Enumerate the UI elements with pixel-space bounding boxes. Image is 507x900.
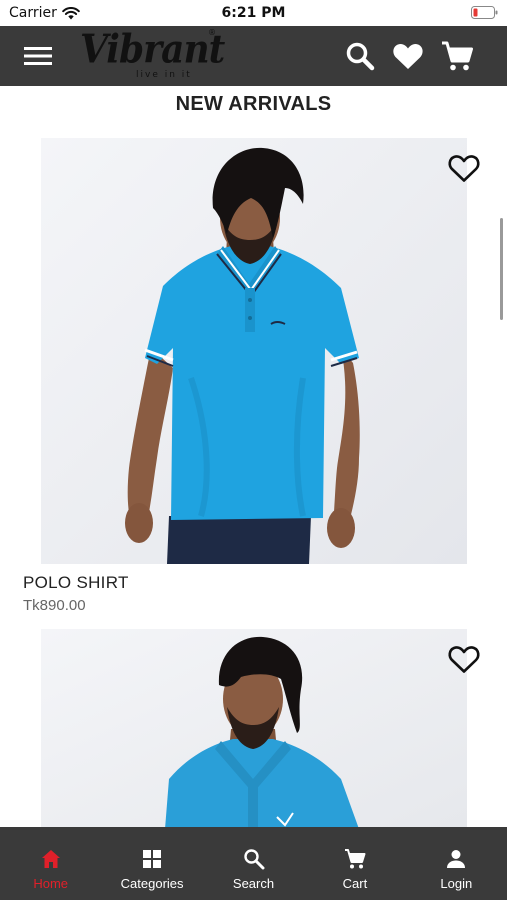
- product-name[interactable]: POLO SHIRT: [23, 573, 129, 593]
- grid-icon: [143, 850, 162, 868]
- app-header: Vibrant ® live in it: [0, 26, 507, 86]
- bottom-nav: Home Categories Search Cart Login: [0, 827, 507, 900]
- nav-home[interactable]: Home: [0, 827, 101, 900]
- product-photo-polo-shirt: [41, 138, 467, 564]
- nav-categories[interactable]: Categories: [101, 827, 202, 900]
- nav-login[interactable]: Login: [406, 827, 507, 900]
- product-image[interactable]: [41, 138, 467, 564]
- cart-icon: [344, 849, 366, 869]
- logo-wordmark: Vibrant: [80, 26, 225, 73]
- heart-outline-icon[interactable]: [447, 153, 481, 183]
- cart-icon[interactable]: [441, 40, 473, 72]
- heart-icon[interactable]: [392, 40, 424, 72]
- section-title: NEW ARRIVALS: [175, 93, 332, 115]
- menu-icon[interactable]: [22, 42, 54, 70]
- search-icon: [243, 849, 265, 870]
- status-bar: Carrier 6:21 PM: [0, 0, 507, 26]
- nav-cart[interactable]: Cart: [304, 827, 405, 900]
- nav-label-search: Search: [232, 876, 275, 891]
- logo-registered-mark: ®: [208, 28, 216, 37]
- nav-label-login: Login: [440, 876, 473, 891]
- logo-tagline: live in it: [136, 70, 192, 80]
- heart-outline-icon[interactable]: [447, 644, 481, 674]
- product-image[interactable]: [41, 629, 467, 829]
- scrollbar[interactable]: [500, 218, 503, 320]
- brand-logo[interactable]: Vibrant ® live in it: [80, 26, 225, 86]
- person-icon: [447, 850, 466, 868]
- product-photo-tshirt: [41, 629, 467, 829]
- nav-label-cart: Cart: [342, 876, 368, 891]
- battery-icon: [471, 6, 498, 19]
- product-price: Tk890.00: [23, 597, 86, 614]
- search-icon[interactable]: [344, 40, 376, 72]
- status-time: 6:21 PM: [221, 5, 286, 21]
- nav-search[interactable]: Search: [203, 827, 304, 900]
- nav-label-categories: Categories: [120, 876, 184, 891]
- nav-label-home: Home: [33, 876, 69, 891]
- home-icon: [41, 850, 60, 868]
